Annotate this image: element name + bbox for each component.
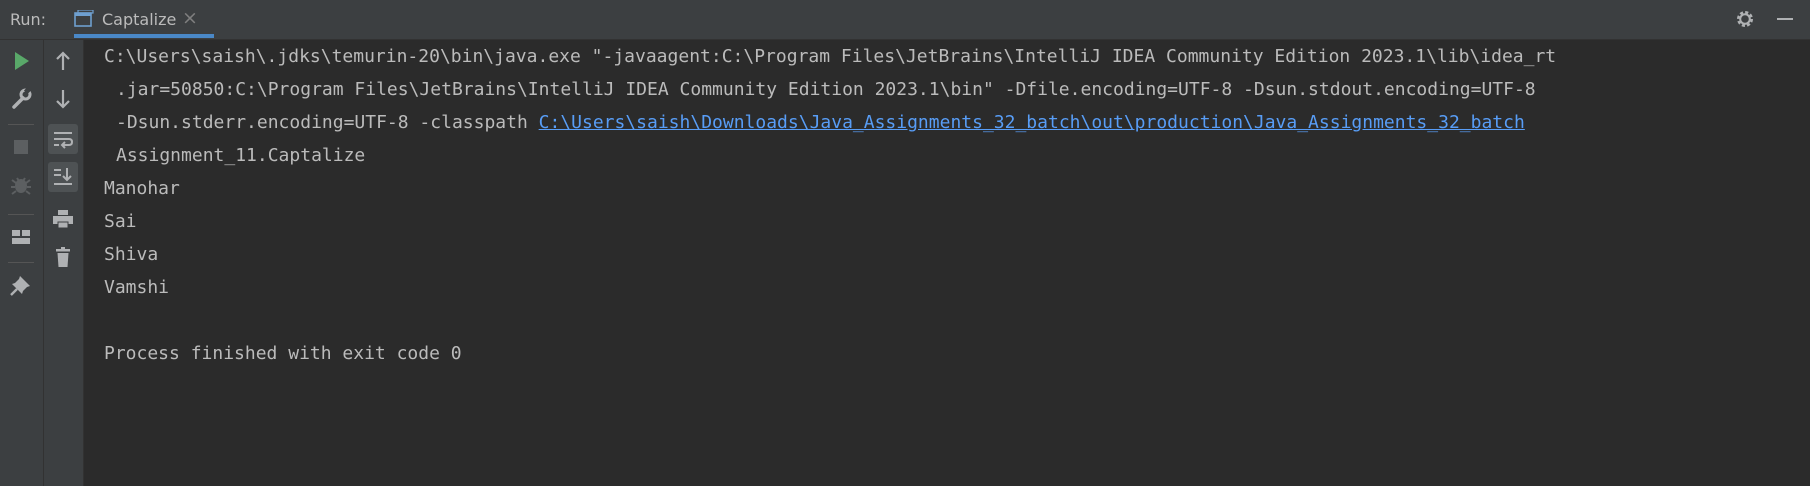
toolbar-separator xyxy=(8,262,34,263)
console-command-text: -Dsun.stderr.encoding=UTF-8 -classpath xyxy=(116,112,539,133)
scroll-to-end-icon[interactable] xyxy=(48,162,78,192)
tab-title: Captalize xyxy=(102,10,177,29)
toolbar-separator xyxy=(8,124,34,125)
clear-trash-icon[interactable] xyxy=(48,242,78,272)
console-command-line: -Dsun.stderr.encoding=UTF-8 -classpath C… xyxy=(104,106,1810,139)
run-label: Run: xyxy=(10,10,47,29)
stop-icon[interactable] xyxy=(6,132,36,162)
console-output-line: Manohar xyxy=(104,178,180,199)
run-actions-toolbar xyxy=(0,40,44,486)
pin-icon[interactable] xyxy=(6,270,36,300)
soft-wrap-icon[interactable] xyxy=(48,124,78,154)
edit-config-wrench-icon[interactable] xyxy=(6,84,36,114)
run-config-icon xyxy=(74,9,94,32)
rerun-icon[interactable] xyxy=(6,46,36,76)
scroll-down-arrow-icon[interactable] xyxy=(48,84,78,114)
tab-captalize[interactable]: Captalize × xyxy=(74,0,214,38)
tab-close-icon[interactable]: × xyxy=(182,7,198,29)
toolbar-separator xyxy=(8,214,34,215)
console-command-line: .jar=50850:C:\Program Files\JetBrains\In… xyxy=(116,79,1536,100)
console-main-class: Assignment_11.Captalize xyxy=(116,145,366,166)
console-output[interactable]: C:\Users\saish\.jdks\temurin-20\bin\java… xyxy=(104,40,1810,486)
console-output-line: Shiva xyxy=(104,244,159,265)
console-command-line: C:\Users\saish\.jdks\temurin-20\bin\java… xyxy=(104,46,1557,67)
run-tool-window-header: Run: Captalize × xyxy=(0,0,1810,40)
debug-disabled-icon[interactable] xyxy=(6,170,36,200)
classpath-link[interactable]: C:\Users\saish\Downloads\Java_Assignment… xyxy=(539,112,1525,133)
layout-icon[interactable] xyxy=(6,222,36,252)
console-output-line: Vamshi xyxy=(104,277,170,298)
minimize-icon[interactable] xyxy=(1775,8,1795,34)
console-exit-message: Process finished with exit code 0 xyxy=(104,343,462,364)
active-tab-indicator xyxy=(74,34,214,38)
console-actions-toolbar xyxy=(44,40,84,486)
console-output-line: Sai xyxy=(104,211,137,232)
settings-gear-icon[interactable] xyxy=(1734,8,1756,34)
scroll-up-arrow-icon[interactable] xyxy=(48,46,78,76)
print-icon[interactable] xyxy=(48,204,78,234)
